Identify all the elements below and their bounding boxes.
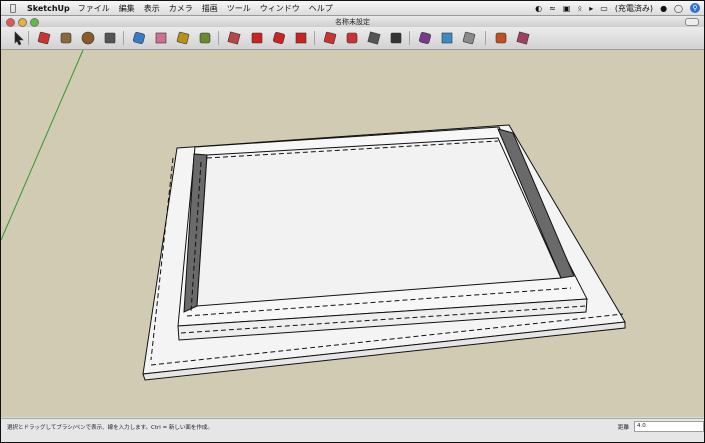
app-window:  SketchUp ファイル 編集 表示 カメラ 描画 ツール ウィンドウ ヘ…	[0, 0, 705, 443]
green-axis-line	[1, 49, 84, 241]
battery-status[interactable]: (充電済み)	[615, 3, 653, 14]
menu-help[interactable]: ヘルプ	[309, 3, 333, 14]
orbit-tool-icon[interactable]	[344, 30, 360, 46]
toolbar-separator	[314, 31, 315, 45]
toolbar-separator	[123, 31, 124, 45]
follow-me-tool-icon[interactable]	[293, 30, 309, 46]
tape-measure-tool-icon[interactable]	[175, 30, 191, 46]
window-title: 名称未設定	[335, 18, 370, 26]
app-name-menu[interactable]: SketchUp	[27, 4, 70, 13]
apple-icon[interactable]: 	[7, 3, 19, 14]
offset-tool-icon[interactable]	[322, 30, 338, 46]
spotlight-icon[interactable]: ⚲	[690, 3, 700, 13]
menu-edit[interactable]: 編集	[119, 3, 135, 14]
clock-icon[interactable]: ◯	[674, 4, 683, 13]
menu-view[interactable]: 表示	[144, 3, 160, 14]
arc-tool-icon[interactable]	[102, 30, 118, 46]
battery-icon[interactable]: ▭	[600, 4, 608, 13]
menu-file[interactable]: ファイル	[78, 3, 110, 14]
zoom-tool-icon[interactable]	[388, 30, 404, 46]
measurement-input[interactable]: 4.0	[634, 421, 704, 432]
push-pull-tool-icon[interactable]	[226, 30, 242, 46]
bluetooth-icon[interactable]: ᛟ	[577, 4, 582, 13]
model-canvas[interactable]	[1, 49, 704, 417]
wifi-icon[interactable]: ≈	[549, 4, 556, 13]
toolbar	[1, 27, 704, 50]
menu-tools[interactable]: ツール	[227, 3, 251, 14]
user-icon[interactable]: ●	[660, 4, 667, 13]
status-hint: 選択とドラッグしてブラシ/ペンで表示、線を入力します。Ctrl = 新しい面を作…	[7, 425, 213, 431]
window-titlebar: 名称未設定	[1, 16, 704, 27]
display-icon[interactable]: ▣	[563, 4, 571, 13]
measurement-value: 4.0	[637, 423, 646, 429]
eraser-tool-icon[interactable]	[153, 30, 169, 46]
paint-bucket-tool-icon[interactable]	[131, 30, 147, 46]
share-model-tool-icon[interactable]	[515, 30, 531, 46]
get-models-tool-icon[interactable]	[493, 30, 509, 46]
next-view-tool-icon[interactable]	[461, 30, 477, 46]
drawing-viewport[interactable]	[1, 49, 704, 417]
volume-icon[interactable]: ▸	[589, 4, 593, 13]
status-bar: 選択とドラッグしてブラシ/ペンで表示、線を入力します。Ctrl = 新しい面を作…	[1, 418, 704, 442]
menu-window[interactable]: ウィンドウ	[260, 3, 300, 14]
toolbar-separator	[218, 31, 219, 45]
rotate-tool-icon[interactable]	[271, 30, 287, 46]
text-tool-icon[interactable]	[197, 30, 213, 46]
menu-camera[interactable]: カメラ	[169, 3, 193, 14]
toolbar-separator	[485, 31, 486, 45]
previous-view-tool-icon[interactable]	[439, 30, 455, 46]
rectangle-tool-icon[interactable]	[58, 30, 74, 46]
sync-icon[interactable]: ◐	[535, 4, 542, 13]
menu-bar:  SketchUp ファイル 編集 表示 カメラ 描画 ツール ウィンドウ ヘ…	[1, 1, 704, 16]
toolbar-toggle-button[interactable]	[685, 18, 699, 26]
tray-inner-floor	[196, 137, 562, 307]
toolbar-separator	[28, 31, 29, 45]
measurement-label: 距離	[618, 425, 630, 431]
pan-tool-icon[interactable]	[366, 30, 382, 46]
toolbar-separator	[409, 31, 410, 45]
move-tool-icon[interactable]	[249, 30, 265, 46]
pencil-tool-icon[interactable]	[36, 30, 52, 46]
menu-draw[interactable]: 描画	[202, 3, 218, 14]
circle-tool-icon[interactable]	[80, 30, 96, 46]
select-tool-icon[interactable]	[11, 30, 27, 46]
zoom-extents-tool-icon[interactable]	[417, 30, 433, 46]
